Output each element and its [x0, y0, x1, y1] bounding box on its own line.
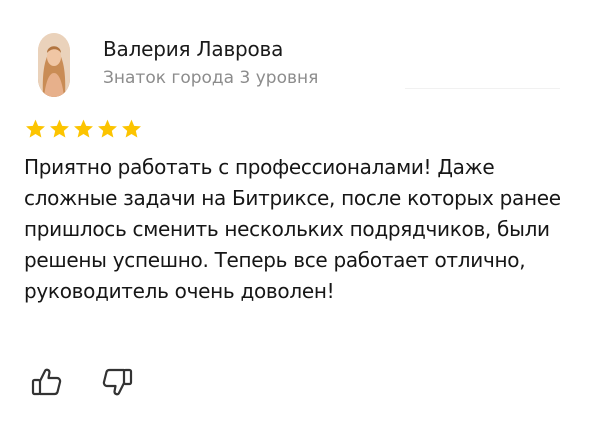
reaction-buttons [30, 366, 134, 398]
author-level: Знаток города 3 уровня [103, 68, 319, 88]
star-icon [50, 119, 69, 138]
like-button[interactable] [30, 366, 64, 398]
star-icon [98, 119, 117, 138]
thumb-down-icon [102, 368, 133, 396]
star-icon [26, 119, 45, 138]
divider [405, 88, 560, 89]
star-icon [74, 119, 93, 138]
star-rating [24, 118, 143, 140]
review-card: Валерия Лаврова Знаток города 3 уровня П… [0, 0, 591, 446]
dislike-button[interactable] [100, 366, 134, 398]
review-text: Приятно работать с профессионалами! Даже… [24, 155, 561, 303]
star-icon [122, 119, 141, 138]
avatar[interactable] [38, 33, 70, 97]
avatar-photo [38, 33, 70, 97]
thumb-up-icon [31, 368, 62, 396]
author-name[interactable]: Валерия Лаврова [103, 37, 283, 61]
